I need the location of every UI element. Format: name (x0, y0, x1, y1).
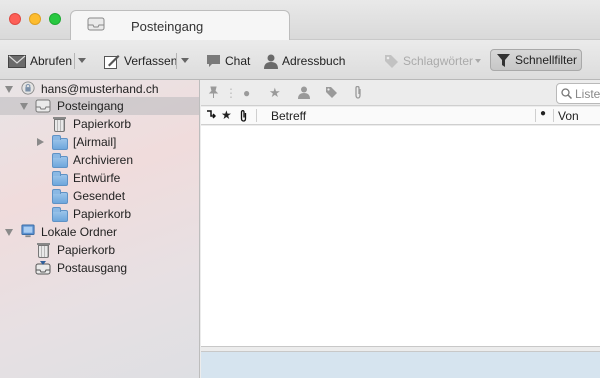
read-status-column-icon[interactable]: ● (540, 108, 546, 119)
folder-icon (52, 189, 68, 204)
tag-filter-icon[interactable] (325, 86, 338, 99)
divider-icon: ⋮ (225, 86, 237, 100)
address-book-button[interactable]: Adressbuch (264, 51, 345, 71)
folder-label: Papierkorb (73, 117, 132, 131)
get-messages-label: Abrufen (30, 54, 73, 68)
toolbar-separator (74, 53, 75, 69)
maximize-window-button[interactable] (49, 13, 61, 25)
unread-filter-icon[interactable]: ● (243, 87, 250, 99)
from-column-header[interactable]: Von (558, 109, 579, 123)
folder-outbox[interactable]: Postausgang (0, 259, 199, 277)
thread-list[interactable] (201, 126, 600, 346)
folder-archive[interactable]: Archivieren (0, 151, 199, 169)
folder-drafts[interactable]: Entwürfe (0, 169, 199, 187)
thread-column-header: ★ Betreff ● Von (201, 107, 600, 125)
search-input[interactable]: Liste (556, 83, 600, 104)
folder-sent[interactable]: Gesendet (0, 187, 199, 205)
folder-trash-imap[interactable]: Papierkorb (0, 205, 199, 223)
quick-filter-bar: ⋮ ● ★ (201, 80, 600, 106)
collapse-icon[interactable] (20, 103, 28, 110)
tag-icon (385, 55, 398, 68)
chat-label: Chat (225, 54, 251, 68)
collapse-icon[interactable] (5, 229, 13, 236)
main-toolbar: Abrufen Verfassen Chat Adressbuch Schlag… (0, 40, 600, 80)
folder-icon (52, 135, 68, 150)
compose-button[interactable]: Verfassen (104, 51, 177, 71)
starred-filter-icon[interactable]: ★ (269, 86, 281, 99)
pencil-icon (104, 54, 120, 69)
thread-column-icon[interactable] (206, 110, 216, 121)
star-column-icon[interactable]: ★ (221, 108, 232, 122)
account-icon (21, 81, 35, 95)
tags-label: Schlagwörter (403, 54, 474, 68)
folder-label: Entwürfe (73, 171, 121, 185)
close-window-button[interactable] (9, 13, 21, 25)
tags-dropdown-icon (475, 59, 482, 63)
folder-trash[interactable]: Papierkorb (0, 115, 199, 133)
tab-inbox[interactable]: Posteingang (70, 10, 290, 41)
get-messages-dropdown-icon[interactable] (78, 58, 86, 63)
inbox-icon (35, 99, 51, 113)
outbox-icon (35, 261, 51, 275)
funnel-icon (497, 53, 510, 67)
account-row[interactable]: hans@musterhand.ch (0, 80, 199, 98)
folder-label: [Airmail] (73, 135, 117, 149)
computer-icon (21, 224, 35, 238)
envelope-icon (8, 54, 26, 68)
pin-icon[interactable] (207, 86, 220, 99)
collapse-icon[interactable] (5, 86, 13, 93)
folder-label: Posteingang (57, 99, 124, 113)
message-preview-pane (201, 352, 600, 378)
folder-label: Archivieren (73, 153, 134, 167)
search-icon (561, 88, 572, 99)
column-divider (535, 109, 536, 122)
chat-button[interactable]: Chat (206, 51, 250, 71)
contact-filter-icon[interactable] (298, 86, 310, 99)
folder-airmail[interactable]: [Airmail] (0, 133, 199, 151)
attachment-filter-icon[interactable] (353, 86, 363, 99)
minimize-window-button[interactable] (29, 13, 41, 25)
chat-bubble-icon (207, 55, 220, 67)
local-folders-row[interactable]: Lokale Ordner (0, 223, 199, 241)
folder-icon (52, 207, 68, 222)
tags-button[interactable]: Schlagwörter (384, 51, 482, 71)
tab-label: Posteingang (131, 19, 204, 34)
folder-label: Papierkorb (57, 243, 116, 257)
folder-inbox[interactable]: Posteingang (0, 97, 199, 115)
trash-icon (37, 243, 50, 258)
column-divider (256, 109, 257, 122)
compose-dropdown-icon[interactable] (181, 58, 189, 63)
column-divider (553, 109, 554, 122)
get-messages-button[interactable]: Abrufen (8, 51, 72, 71)
folder-label: Lokale Ordner (41, 225, 118, 239)
folder-label: Papierkorb (73, 207, 132, 221)
person-icon (264, 54, 278, 69)
quick-filter-button[interactable]: Schnellfilter (490, 49, 582, 71)
subject-column-header[interactable]: Betreff (271, 109, 306, 123)
folder-label: Postausgang (57, 261, 128, 275)
account-label: hans@musterhand.ch (41, 82, 159, 96)
address-book-label: Adressbuch (282, 54, 346, 68)
attachment-column-icon[interactable] (239, 110, 248, 122)
toolbar-separator (176, 53, 177, 69)
folder-icon (52, 153, 68, 168)
folder-label: Gesendet (73, 189, 126, 203)
folder-local-trash[interactable]: Papierkorb (0, 241, 199, 259)
compose-label: Verfassen (124, 54, 178, 68)
search-placeholder: Liste (575, 86, 600, 101)
trash-icon (53, 117, 66, 132)
title-bar: Posteingang (0, 0, 600, 41)
folder-pane: hans@musterhand.ch Posteingang Papierkor… (0, 80, 200, 378)
inbox-icon (87, 17, 105, 31)
expand-icon[interactable] (37, 138, 44, 146)
folder-icon (52, 171, 68, 186)
quick-filter-label: Schnellfilter (515, 53, 578, 67)
